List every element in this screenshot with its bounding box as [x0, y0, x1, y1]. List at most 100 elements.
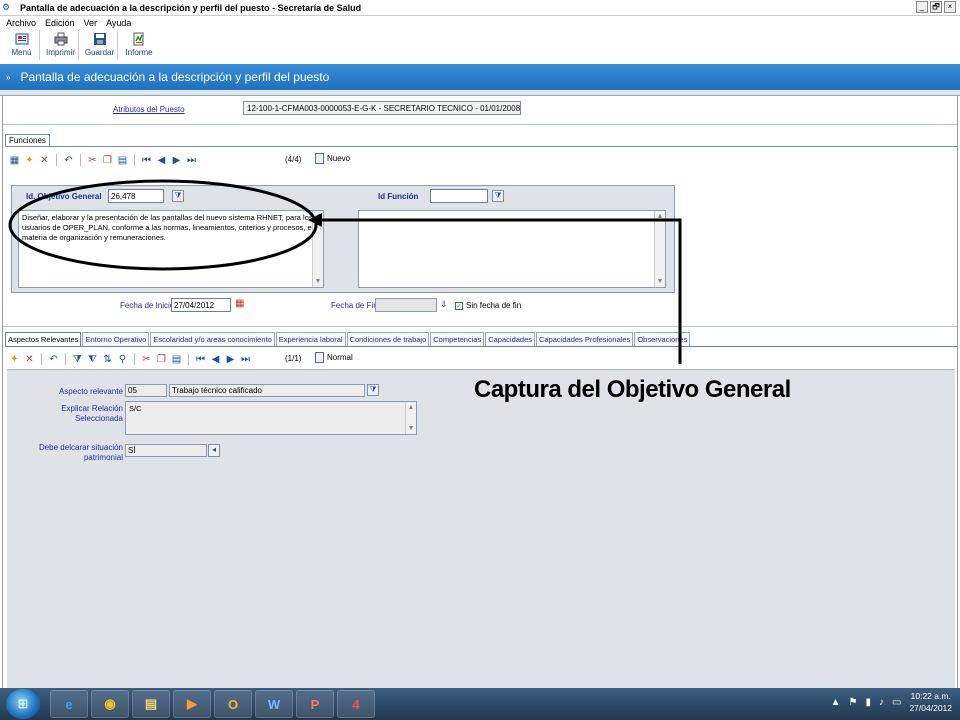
next-record-icon[interactable]: ▶ — [171, 155, 182, 166]
chevron-up-icon[interactable]: ▲ — [831, 697, 841, 708]
sin-fecha-label: Sin fecha de fin — [466, 301, 522, 310]
minimize-button[interactable]: _ — [916, 1, 928, 13]
funcion-scrollbar[interactable]: ▲ ▼ — [654, 211, 665, 287]
app-icon: ⚙ — [2, 1, 11, 12]
sin-fecha-checkbox[interactable]: ✓ — [455, 302, 463, 310]
toolbar-separator — [56, 154, 57, 166]
aspecto-code-input[interactable]: 05 — [125, 384, 167, 397]
objetivo-filter-button[interactable]: ⧩ — [172, 190, 184, 202]
network-icon[interactable]: ▮ — [865, 697, 871, 708]
objetivo-general-input[interactable]: 26,478 — [108, 189, 164, 203]
document-icon — [315, 352, 324, 363]
scroll-down-icon[interactable]: ▼ — [314, 277, 322, 286]
copy-icon[interactable]: ❐ — [156, 354, 167, 365]
fecha-inicio-input[interactable]: 27/04/2012 — [171, 298, 231, 312]
delete-icon[interactable]: ✕ — [24, 354, 35, 365]
scroll-up-icon[interactable]: ▲ — [314, 212, 322, 221]
window-title-bar: ⚙ Pantalla de adecuación a la descripció… — [0, 0, 960, 16]
tab-capacidades-profesionales[interactable]: Capacidades Profesionales — [536, 332, 634, 346]
menu-archivo[interactable]: Archivo — [6, 18, 36, 28]
toolbar-separator — [188, 353, 189, 365]
print-button[interactable]: Imprimir — [43, 30, 79, 60]
tab-funciones[interactable]: Funciones — [5, 134, 50, 146]
scroll-up-icon[interactable]: ▲ — [407, 403, 415, 412]
filter-icon[interactable]: ⧩ — [72, 354, 83, 365]
situacion-patrimonial-dropdown[interactable]: ◂ — [208, 444, 220, 457]
next-record-icon[interactable]: ▶ — [225, 354, 236, 365]
find-icon[interactable]: ⚲ — [117, 354, 128, 365]
save-button[interactable]: Guardar — [82, 30, 118, 60]
scroll-down-icon[interactable]: ▼ — [407, 424, 415, 433]
objetivo-group: Id. Objetivo General 26,478 ⧩ Id Función… — [11, 185, 675, 293]
restore-button[interactable]: 🗗 — [930, 1, 942, 13]
start-button[interactable]: ⊞ — [6, 689, 40, 719]
tab-escolaridad[interactable]: Escolaridad y/o areas conocimiento — [150, 332, 275, 346]
battery-icon[interactable]: ▭ — [892, 697, 901, 708]
media-player-icon[interactable]: ▶ — [173, 690, 211, 718]
tab-competencias[interactable]: Competencias — [430, 332, 485, 346]
menu-ayuda[interactable]: Ayuda — [106, 18, 131, 28]
scroll-down-icon[interactable]: ▼ — [656, 277, 664, 286]
calendar-icon[interactable]: ▦ — [235, 298, 247, 312]
tab-entorno-operativo[interactable]: Entorno Operativo — [82, 332, 150, 346]
last-record-icon[interactable]: ⏭ — [186, 155, 197, 166]
funcion-filter-button[interactable]: ⧩ — [492, 190, 504, 202]
chrome-icon[interactable]: ◉ — [91, 690, 129, 718]
id-funcion-input[interactable] — [430, 189, 488, 203]
situacion-patrimonial-select[interactable]: SÍ — [125, 444, 207, 457]
undo-icon[interactable]: ↶ — [63, 155, 74, 166]
report-button[interactable]: Informe — [121, 30, 157, 60]
calendar-down-icon: ⇓ — [440, 299, 448, 309]
cut-icon[interactable]: ✂ — [141, 354, 152, 365]
grid-icon[interactable]: ▦ — [9, 155, 20, 166]
delete-icon[interactable]: ✕ — [39, 155, 50, 166]
new-record-icon[interactable]: ✦ — [9, 354, 20, 365]
document-icon — [315, 153, 324, 164]
first-record-icon[interactable]: ⏮ — [195, 354, 206, 365]
word-icon[interactable]: W — [255, 690, 293, 718]
menu-ver[interactable]: Ver — [84, 18, 98, 28]
undo-icon[interactable]: ↶ — [48, 354, 59, 365]
objetivo-scrollbar[interactable]: ▲ ▼ — [312, 211, 323, 287]
aspecto-filter-button[interactable]: ⧩ — [367, 384, 379, 396]
paste-icon[interactable]: ▤ — [117, 155, 128, 166]
sort-icon[interactable]: ⇅ — [102, 354, 113, 365]
explicar-relacion-textarea[interactable]: S/C ▲ ▼ — [125, 401, 417, 435]
window-controls: _ 🗗 × — [916, 1, 956, 13]
flag-icon[interactable]: ⚑ — [849, 697, 858, 708]
paste-icon[interactable]: ▤ — [171, 354, 182, 365]
tab-observaciones[interactable]: Observaciones — [634, 332, 691, 346]
app-window-icon[interactable]: 4 — [337, 690, 375, 718]
objetivo-description-text: Diseñar, elaborar y la presentación de l… — [22, 213, 316, 242]
scroll-up-icon[interactable]: ▲ — [656, 212, 664, 221]
last-record-icon[interactable]: ⏭ — [240, 354, 251, 365]
close-button[interactable]: × — [944, 1, 956, 13]
objetivo-general-label: Id. Objetivo General — [26, 192, 102, 201]
tab-experiencia-laboral[interactable]: Experiencia laboral — [275, 332, 346, 346]
funcion-description-textarea[interactable]: ▲ ▼ — [358, 210, 666, 288]
atributos-puesto-link[interactable]: Atributos del Puesto — [113, 105, 185, 114]
copy-icon[interactable]: ❐ — [102, 155, 113, 166]
first-record-icon[interactable]: ⏮ — [141, 155, 152, 166]
speaker-icon[interactable]: ♪ — [879, 697, 884, 708]
previous-record-icon[interactable]: ◀ — [210, 354, 221, 365]
powerpoint-icon[interactable]: P — [296, 690, 334, 718]
new-record-icon[interactable]: ✦ — [24, 155, 35, 166]
outlook-icon[interactable]: O — [214, 690, 252, 718]
internet-explorer-icon[interactable]: e — [50, 690, 88, 718]
filter-apply-icon[interactable]: ⧨ — [87, 354, 98, 365]
aspectos-record-toolbar: ✦ ✕ ↶ ⧩ ⧨ ⇅ ⚲ ✂ ❐ ▤ ⏮ ◀ ▶ ⏭ — [9, 352, 251, 366]
explicar-scrollbar[interactable]: ▲ ▼ — [405, 402, 416, 434]
objetivo-description-textarea[interactable]: Diseñar, elaborar y la presentación de l… — [18, 210, 324, 288]
previous-record-icon[interactable]: ◀ — [156, 155, 167, 166]
clock[interactable]: 10:22 a.m. 27/04/2012 — [909, 690, 952, 714]
file-explorer-icon[interactable]: ▤ — [132, 690, 170, 718]
menu-bar: Archivo Edición Ver Ayuda — [0, 16, 960, 30]
tab-aspectos-relevantes[interactable]: Aspectos Relevantes — [5, 332, 82, 346]
menu-edicion[interactable]: Edición — [45, 18, 75, 28]
tab-capacidades[interactable]: Capacidades — [485, 332, 535, 346]
tab-condiciones-trabajo[interactable]: Condiciones de trabajo — [346, 332, 430, 346]
cut-icon[interactable]: ✂ — [87, 155, 98, 166]
menu-button[interactable]: Menú — [4, 30, 40, 60]
toolbar-separator — [80, 154, 81, 166]
